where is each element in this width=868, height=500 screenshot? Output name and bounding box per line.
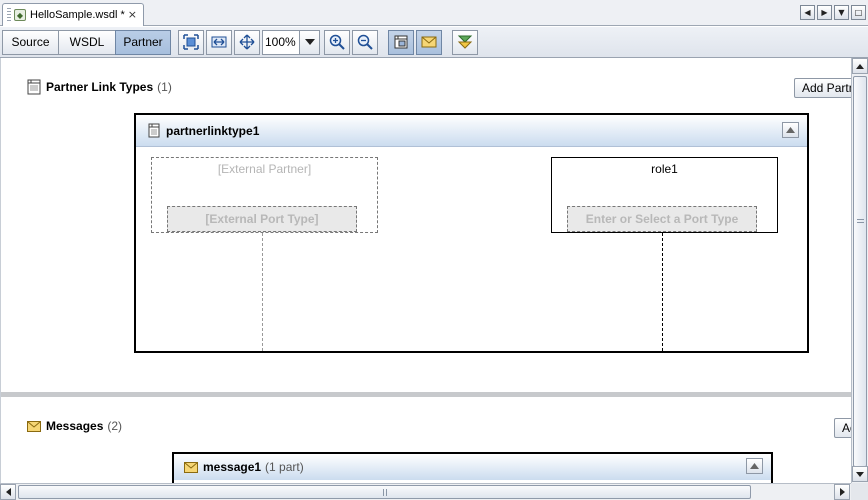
messages-view-icon bbox=[421, 36, 437, 48]
zoom-out-button[interactable] bbox=[352, 29, 378, 55]
arrow-up-icon bbox=[856, 63, 864, 69]
message-envelope-icon bbox=[184, 461, 198, 473]
arrow-left-icon bbox=[5, 488, 11, 496]
arrow-down-icon bbox=[856, 471, 864, 477]
fit-width-button[interactable] bbox=[206, 29, 232, 55]
tab-grip-icon bbox=[7, 8, 11, 22]
horizontal-scrollbar[interactable] bbox=[0, 483, 851, 500]
partner-diagram-canvas[interactable]: Partner Link Types (1) Add Partner partn… bbox=[0, 58, 851, 483]
chevron-down-icon bbox=[304, 39, 315, 45]
window-controls: ◀ ▶ ▼ □ bbox=[800, 5, 866, 20]
source-view-button[interactable]: Source bbox=[2, 29, 59, 55]
partner-link-type-header[interactable]: partnerlinktype1 bbox=[136, 115, 807, 147]
partner-link-types-title: Partner Link Types bbox=[46, 80, 154, 94]
editor-tab-strip: ◆ HelloSample.wsdl * × ◀ ▶ ▼ □ bbox=[0, 0, 868, 26]
zoom-in-icon bbox=[329, 34, 345, 50]
messages-view-button[interactable] bbox=[416, 29, 442, 55]
zoom-dropdown-button[interactable] bbox=[300, 29, 320, 55]
chevron-up-icon bbox=[750, 463, 759, 469]
add-partner-link-type-button[interactable]: Add Partner bbox=[794, 78, 851, 98]
chevron-up-icon bbox=[786, 127, 795, 133]
scroll-down-button[interactable] bbox=[852, 466, 868, 482]
zoom-level-field[interactable]: 100% bbox=[262, 29, 300, 55]
editor-toolbar: Source WSDL Partner 100% bbox=[0, 27, 868, 58]
partner-link-type-view-button[interactable] bbox=[388, 29, 414, 55]
vertical-scrollbar[interactable] bbox=[851, 58, 868, 483]
role-port-type-field[interactable]: Enter or Select a Port Type bbox=[567, 206, 757, 232]
fit-width-icon bbox=[211, 36, 227, 48]
scroll-up-button[interactable] bbox=[852, 58, 868, 74]
fit-diagram-icon bbox=[183, 34, 199, 50]
partner-link-types-header: Partner Link Types (1) bbox=[27, 79, 172, 95]
external-port-type-field[interactable]: [External Port Type] bbox=[167, 206, 357, 232]
wsdl-view-button[interactable]: WSDL bbox=[58, 29, 116, 55]
scroll-left-button[interactable] bbox=[0, 484, 16, 500]
horizontal-scroll-thumb[interactable] bbox=[18, 485, 751, 499]
scrollbar-corner bbox=[851, 483, 868, 500]
wsdl-file-icon: ◆ bbox=[14, 9, 26, 21]
message-name[interactable]: message1 bbox=[203, 460, 261, 474]
fit-diagram-button[interactable] bbox=[178, 29, 204, 55]
partner-link-type-icon bbox=[27, 79, 41, 95]
role-name-label[interactable]: role1 bbox=[552, 162, 777, 176]
zoom-out-icon bbox=[357, 34, 373, 50]
vertical-scroll-thumb[interactable] bbox=[853, 76, 867, 467]
section-divider bbox=[1, 392, 851, 397]
role-lifeline bbox=[662, 233, 663, 351]
external-partner-lifeline bbox=[262, 233, 263, 351]
message-header[interactable]: message1 (1 part) bbox=[174, 454, 771, 480]
next-tab-button[interactable]: ▶ bbox=[817, 5, 832, 20]
partner-link-type-name[interactable]: partnerlinktype1 bbox=[166, 124, 259, 138]
document-tab-hellosample[interactable]: ◆ HelloSample.wsdl * × bbox=[2, 3, 144, 26]
partner-view-button[interactable]: Partner bbox=[115, 29, 171, 55]
collapse-partner-link-type-button[interactable] bbox=[782, 122, 799, 138]
add-message-button[interactable]: Add bbox=[834, 418, 851, 438]
external-partner-label: [External Partner] bbox=[217, 162, 312, 176]
fit-height-icon bbox=[239, 34, 255, 50]
tab-list-button[interactable]: ▼ bbox=[834, 5, 849, 20]
message-part-count: (1 part) bbox=[265, 460, 304, 474]
partner-link-types-count: (1) bbox=[157, 80, 172, 94]
scroll-right-button[interactable] bbox=[834, 484, 850, 500]
message-envelope-icon bbox=[27, 420, 41, 432]
partner-link-type-widget[interactable]: partnerlinktype1 [External Partner] [Ext… bbox=[134, 113, 809, 353]
expand-all-icon bbox=[457, 35, 473, 49]
arrow-right-icon bbox=[839, 488, 845, 496]
close-tab-icon[interactable]: × bbox=[128, 8, 137, 21]
message-widget[interactable]: message1 (1 part) bbox=[172, 452, 773, 483]
partner-link-type-icon bbox=[148, 123, 160, 138]
messages-count: (2) bbox=[107, 419, 123, 433]
collapse-message-button[interactable] bbox=[746, 458, 763, 474]
messages-title: Messages bbox=[46, 419, 104, 433]
messages-header: Messages (2) bbox=[27, 419, 122, 433]
previous-tab-button[interactable]: ◀ bbox=[800, 5, 815, 20]
expand-all-button[interactable] bbox=[452, 29, 478, 55]
zoom-in-button[interactable] bbox=[324, 29, 350, 55]
maximize-button[interactable]: □ bbox=[851, 5, 866, 20]
document-tab-label: HelloSample.wsdl * bbox=[30, 9, 125, 21]
fit-height-button[interactable] bbox=[234, 29, 260, 55]
partner-link-type-view-icon bbox=[394, 35, 408, 49]
